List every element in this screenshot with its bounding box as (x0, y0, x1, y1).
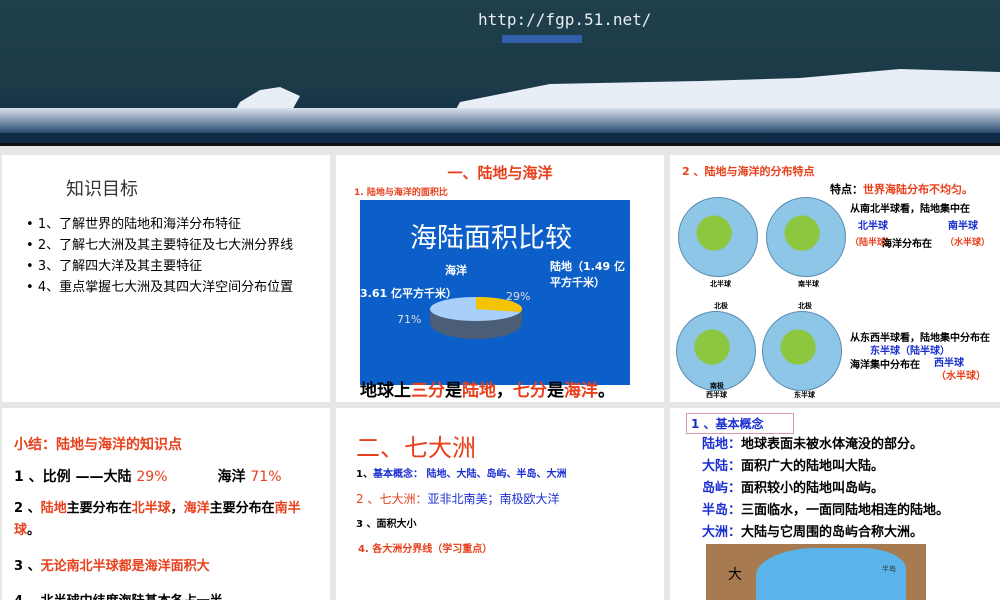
slide-title: 1 、基本概念 (686, 413, 794, 434)
slide-title: 小结：陆地与海洋的知识点 (14, 437, 182, 453)
slide-thumbnail-concepts[interactable]: 1 、基本概念 陆地：地球表面未被水体淹没的部分。 大陆：面积广大的陆地叫大陆。… (670, 408, 1000, 600)
globe-west (676, 311, 756, 391)
ns-text: 从南北半球看，陆地集中在 (850, 204, 970, 215)
map-peninsula-label: 半岛 (882, 565, 896, 573)
definition-item: 半岛：三面临水，一面同陆地相连的陆地。 (702, 503, 950, 518)
list-item: • 4、重点掌握七大洲及其四大洋空间分布位置 (26, 280, 294, 295)
globe-south (766, 197, 846, 277)
footer-sentence: 地球上三分是陆地，七分是海洋。 (360, 381, 615, 401)
chart-title: 海陆面积比较 (410, 223, 572, 254)
pie-chart (430, 297, 522, 339)
globe-caption: 北半球 (710, 280, 731, 288)
list-item: • 2、了解七大洲及其主要特征及七大洲分界线 (26, 238, 294, 253)
ns-ocean-text: 海洋分布在 (882, 239, 932, 250)
ns-ocean-note: （水半球） (945, 238, 991, 248)
slide-subtitle: 1. 陆地与海洋的面积比 (354, 188, 448, 198)
pie-chart-panel: 海陆面积比较 海洋 3.61 亿平方千米） 陆地（1.49 亿平方千米） 29%… (360, 200, 630, 385)
ice-shelf (0, 108, 1000, 133)
definition-item: 大陆：面积广大的陆地叫大陆。 (702, 459, 885, 474)
summary-line-2: 2 、陆地主要分布在北半球，海洋主要分布在南半球。 (14, 501, 301, 538)
item-4: 4. 各大洲分界线（学习重点） (358, 544, 493, 555)
pole-label: 北极 (714, 302, 728, 310)
item-1: 1、基本概念： 陆地、大陆、岛屿、半岛、大洲 (356, 469, 567, 480)
slide-thumbnail-summary[interactable]: 小结：陆地与海洋的知识点 1 、比例 ——大陆 29% 海洋 71% 2 、陆地主… (2, 408, 330, 600)
slide-title: 2 、陆地与海洋的分布特点 (682, 165, 815, 178)
map-label: 大 (728, 567, 742, 583)
summary-line-1: 1 、比例 ——大陆 29% 海洋 71% (14, 469, 282, 485)
globe-north (678, 197, 758, 277)
banner-email (502, 35, 582, 43)
slide-thumbnail-continents[interactable]: 二、七大洲 1、基本概念： 陆地、大陆、岛屿、半岛、大洲 2 、七大洲：亚非北南… (336, 408, 664, 600)
ocean-pct: 71% (397, 313, 422, 326)
summary-line-3: 3 、无论南北半球都是海洋面积大 (14, 559, 210, 574)
item-3: 3 、面积大小 (356, 519, 417, 530)
title-slide-banner[interactable]: http://fgp.51.net/ (0, 0, 1000, 146)
list-item: • 1、了解世界的陆地和海洋分布特征 (26, 217, 242, 232)
banner-url: http://fgp.51.net/ (478, 10, 652, 29)
ew-ocean-text: 海洋集中分布在 (850, 360, 920, 371)
definition-item: 大洲：大陆与它周围的岛屿合称大洲。 (702, 525, 924, 540)
summary-line-4: 4 、北半球中纬度海陆基本各占一半 (14, 590, 223, 600)
slide-thumbnail-distribution[interactable]: 2 、陆地与海洋的分布特点 特点：世界海陆分布不均匀。 北半球 南半球 北极 北… (670, 155, 1000, 402)
slide-title: 一、陆地与海洋 (447, 164, 553, 182)
ew-ocean-note: （水半球） (936, 371, 986, 382)
item-2: 2 、七大洲：亚非北南美；南极欧大洋 (356, 492, 560, 506)
pole-label: 北极 (798, 302, 812, 310)
slide-title: 二、七大洲 (356, 434, 476, 462)
ns-ocean: 南半球 (948, 221, 978, 232)
slide-thumbnail-objectives[interactable]: 知识目标 • 1、了解世界的陆地和海洋分布特征 • 2、了解七大洲及其主要特征及… (2, 155, 330, 402)
definition-item: 岛屿：面积较小的陆地叫岛屿。 (702, 481, 885, 496)
slide-thumbnail-land-ocean[interactable]: 一、陆地与海洋 1. 陆地与海洋的面积比 海陆面积比较 海洋 3.61 亿平方千… (336, 155, 664, 402)
list-item: • 3、了解四大洋及其主要特征 (26, 259, 203, 274)
globe-caption: 西半球 (706, 391, 727, 399)
globe-east (762, 311, 842, 391)
ocean-label: 海洋 (445, 264, 467, 277)
globe-caption: 东半球 (794, 391, 815, 399)
continent-map: 大 半岛 (706, 544, 926, 600)
land-label: 陆地（1.49 亿平方千米） (550, 260, 625, 289)
ns-land: 北半球 (858, 221, 888, 232)
globe-caption: 南半球 (798, 280, 819, 288)
definition-item: 陆地：地球表面未被水体淹没的部分。 (702, 437, 924, 452)
slide-title: 知识目标 (66, 179, 138, 200)
